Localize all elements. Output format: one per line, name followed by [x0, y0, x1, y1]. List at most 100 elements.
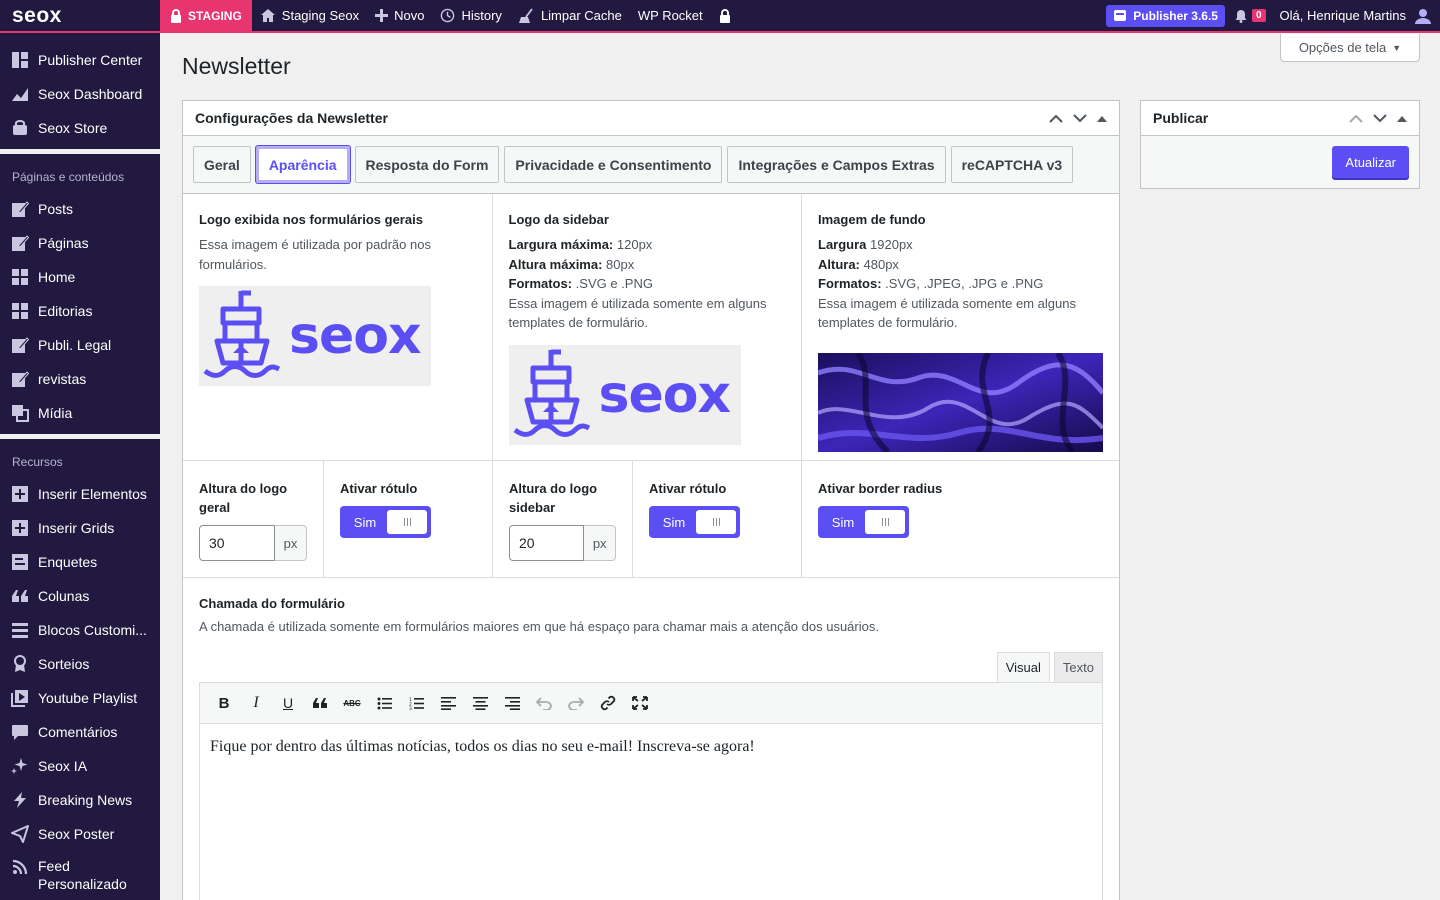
sidebar-item-pages[interactable]: Páginas [0, 226, 160, 260]
sparkle-icon [10, 757, 29, 776]
toggle-state: Sim [662, 514, 686, 530]
wp-rocket-link[interactable]: WP Rocket [630, 0, 711, 31]
align-left-icon[interactable] [432, 687, 464, 719]
spec-value: 80px [602, 256, 635, 272]
chevron-up-icon[interactable] [1049, 114, 1063, 123]
clear-cache-label: Limpar Cache [540, 8, 622, 23]
sidebar-item-comentarios[interactable]: Comentários [0, 715, 160, 749]
strikethrough-icon[interactable]: ABC [336, 687, 368, 719]
tab-text[interactable]: Texto [1053, 652, 1103, 682]
update-button[interactable]: Atualizar [1332, 146, 1409, 178]
award-icon [10, 655, 29, 674]
svg-text:3: 3 [409, 706, 412, 710]
bold-icon[interactable]: B [208, 687, 240, 719]
spec-label: Formatos: [818, 276, 882, 291]
tab-integracoes[interactable]: Integrações e Campos Extras [727, 146, 946, 183]
logo-height-sidebar-input[interactable]: 20 [509, 525, 585, 561]
link-icon[interactable] [592, 687, 624, 719]
sidebar-item-feed-personalizado[interactable]: Feed Personalizado [0, 851, 160, 895]
logo-height-general-input[interactable]: 30 [199, 525, 275, 561]
call-editor-area[interactable]: Fique por dentro das últimas notícias, t… [199, 724, 1103, 900]
sidebar-item-inserir-elementos[interactable]: Inserir Elementos [0, 477, 160, 511]
logo-sidebar-image[interactable]: seox [508, 344, 741, 445]
underline-icon[interactable]: U [272, 687, 304, 719]
align-center-icon[interactable] [464, 687, 496, 719]
sidebar-item-sorteios[interactable]: Sorteios [0, 647, 160, 681]
main-content: Opções de tela ▼ Newsletter Configuraçõe… [160, 33, 1440, 900]
bolt-icon [10, 791, 29, 810]
history-link[interactable]: History [432, 0, 509, 31]
chevron-down-icon[interactable] [1073, 113, 1087, 123]
bullet-list-icon[interactable] [368, 687, 400, 719]
clear-cache-link[interactable]: Limpar Cache [510, 0, 630, 31]
label-toggle-1[interactable]: Sim [340, 506, 431, 538]
sidebar-item-seox-ia[interactable]: Seox IA [0, 749, 160, 783]
redo-icon[interactable] [560, 687, 592, 719]
numbered-list-icon[interactable]: 123 [400, 687, 432, 719]
tab-visual[interactable]: Visual [996, 652, 1050, 682]
fullscreen-icon[interactable] [624, 687, 656, 719]
screen-options-button[interactable]: Opções de tela ▼ [1280, 34, 1420, 62]
media-icon [10, 404, 29, 423]
sidebar-item-blocos[interactable]: Blocos Customi... [0, 613, 160, 647]
tab-aparencia[interactable]: Aparência [255, 146, 350, 183]
sidebar-item-publisher-center[interactable]: Publisher Center [0, 43, 160, 77]
tab-geral[interactable]: Geral [193, 146, 251, 183]
site-name-link[interactable]: Staging Seox [252, 0, 367, 31]
label-toggle-2[interactable]: Sim [649, 506, 740, 538]
toggle-knob [387, 510, 427, 534]
sidebar-label: Editorias [38, 303, 93, 319]
logo-general-image[interactable]: seox [199, 286, 431, 386]
publisher-version-badge[interactable]: Publisher 3.6.5 [1106, 4, 1225, 27]
tab-recaptcha[interactable]: reCAPTCHA v3 [950, 146, 1074, 183]
sidebar-item-posts[interactable]: Posts [0, 192, 160, 226]
sidebar-item-seox-dashboard[interactable]: Seox Dashboard [0, 77, 160, 111]
staging-label: STAGING [188, 8, 242, 23]
sidebar-item-seox-store[interactable]: Seox Store [0, 111, 160, 145]
collapse-toggle-icon[interactable] [1397, 115, 1407, 122]
user-menu[interactable]: Olá, Henrique Martins [1280, 7, 1432, 25]
comment-icon [10, 723, 29, 742]
blocks-icon [10, 268, 29, 287]
spec-label: Largura [818, 237, 867, 252]
sidebar-item-inserir-grids[interactable]: Inserir Grids [0, 511, 160, 545]
tab-resposta-form[interactable]: Resposta do Form [354, 146, 500, 183]
home-icon [260, 9, 275, 22]
sidebar-item-publi-legal[interactable]: Publi. Legal [0, 328, 160, 362]
lock-icon [171, 8, 181, 23]
italic-icon[interactable]: I [240, 687, 272, 719]
spec-label: Altura máxima: [508, 256, 603, 272]
sidebar-item-editorias[interactable]: Editorias [0, 294, 160, 328]
sidebar-item-home[interactable]: Home [0, 260, 160, 294]
align-right-icon[interactable] [496, 687, 528, 719]
undo-icon[interactable] [528, 687, 560, 719]
history-icon [441, 8, 455, 23]
bg-image-title: Imagem de fundo [818, 212, 926, 227]
settings-tabs: Geral Aparência Resposta do Form Privaci… [183, 136, 1119, 194]
seox-logo[interactable]: seox [0, 0, 160, 31]
chevron-down-icon[interactable] [1373, 113, 1387, 123]
editor-toolbar: B I U ABC 123 [199, 682, 1103, 724]
label-toggle-2-cell: Ativar rótulo Sim [633, 461, 802, 577]
broom-icon [518, 7, 533, 23]
sidebar-item-youtube-playlist[interactable]: Youtube Playlist [0, 681, 160, 715]
sidebar-item-enquetes[interactable]: Enquetes [0, 545, 160, 579]
chevron-up-icon[interactable] [1349, 114, 1363, 123]
tab-privacidade[interactable]: Privacidade e Consentimento [504, 146, 723, 183]
sidebar-item-colunas[interactable]: Colunas [0, 579, 160, 613]
background-image[interactable] [817, 350, 1105, 454]
logo-general-text: seox [289, 306, 421, 366]
sidebar-item-revistas[interactable]: revistas [0, 362, 160, 396]
sidebar-item-midia[interactable]: Mídia [0, 396, 160, 430]
sidebar-item-seox-poster[interactable]: Seox Poster [0, 817, 160, 851]
notifications[interactable]: 0 [1235, 9, 1266, 23]
new-content-link[interactable]: Novo [367, 0, 432, 31]
border-radius-toggle[interactable]: Sim [818, 506, 909, 538]
lock-toggle[interactable] [711, 0, 739, 31]
logo-sidebar-title: Logo da sidebar [508, 212, 609, 227]
sidebar-item-breaking-news[interactable]: Breaking News [0, 783, 160, 817]
blockquote-icon[interactable] [304, 687, 336, 719]
collapse-toggle-icon[interactable] [1097, 115, 1107, 122]
spec-label: Largura máxima: [508, 237, 614, 252]
staging-badge[interactable]: STAGING [160, 0, 252, 31]
